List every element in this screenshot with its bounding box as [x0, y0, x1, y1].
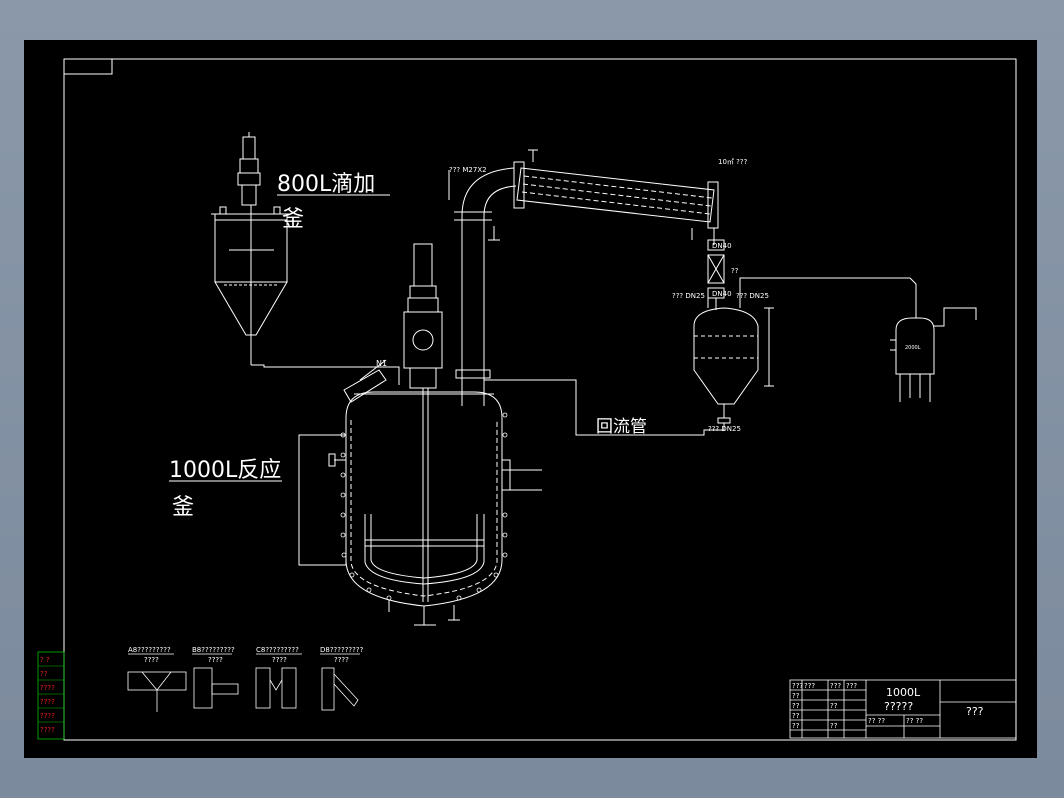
weld-detail-subtitle: ???? — [208, 656, 223, 664]
title-block-name: 1000L — [886, 686, 921, 699]
condensate-pipe — [707, 239, 725, 310]
dropping-kettle[interactable] — [211, 132, 291, 365]
title-block-cell: ?? — [792, 692, 800, 700]
title-block-right-cell: ??? — [966, 705, 984, 718]
dn25-left-label: ??? DN25 — [672, 292, 705, 300]
corner-tag — [63, 58, 113, 75]
weld-detail-title: C8????????? — [256, 646, 299, 654]
weld-detail-subtitle: ???? — [144, 656, 159, 664]
title-block-cell: ?? — [792, 702, 800, 710]
drawing-sheet: ? ? ?? ???? ???? ???? ???? 800L滴加 釜 N1 1… — [37, 58, 1017, 741]
side-strip-cell: ???? — [40, 698, 55, 706]
title-block-cell: ?? — [792, 722, 800, 730]
side-strip-cell: ?? — [40, 670, 48, 678]
title-block-name-2: ????? — [884, 700, 913, 713]
q-mark-label: ?? — [731, 267, 739, 275]
side-revision-strip: ? ? ?? ???? ???? ???? ???? — [37, 651, 65, 740]
reactor-label-suffix: 釜 — [172, 495, 194, 520]
receiver-tank[interactable] — [693, 298, 774, 424]
jacket-dimples — [340, 412, 508, 601]
title-block-cell: ?? ?? — [906, 717, 923, 725]
title-block-cell: ?? — [830, 702, 838, 710]
nozzle-n1-label: N1 — [376, 359, 387, 368]
title-block-cell: ??? — [804, 682, 815, 690]
weld-details — [127, 653, 360, 712]
storage-tank-small[interactable] — [890, 307, 977, 402]
small-tank-label: 2000L — [905, 345, 921, 351]
side-strip-cell: ???? — [40, 726, 55, 734]
reflux-pipe-label: 回流管 — [596, 417, 647, 437]
title-block-cell: ?? — [830, 722, 838, 730]
condenser-area-label: 10㎡ ??? — [718, 158, 748, 166]
weld-detail-subtitle: ???? — [334, 656, 349, 664]
side-strip-cell: ???? — [40, 684, 55, 692]
weld-detail-subtitle: ???? — [272, 656, 287, 664]
condenser[interactable] — [488, 149, 719, 245]
feed-pipe — [251, 364, 400, 385]
side-strip-cell: ???? — [40, 712, 55, 720]
dn40-top-label: DN40 — [712, 242, 732, 250]
reactor-vessel[interactable] — [298, 243, 542, 626]
title-block-cell: ??? — [846, 682, 857, 690]
pipe-size-label: ??? M27X2 — [449, 166, 487, 174]
title-block-cell: ?? — [792, 712, 800, 720]
side-strip-cell: ? ? — [40, 656, 50, 664]
weld-detail-title: B8????????? — [192, 646, 235, 654]
cad-drawing-canvas[interactable]: ? ? ?? ???? ???? ???? ???? 800L滴加 釜 N1 1… — [24, 40, 1037, 758]
vapor-riser-pipe — [448, 167, 517, 406]
title-block-cell: ??? — [830, 682, 841, 690]
dropping-kettle-label-suffix: 釜 — [282, 207, 304, 232]
title-block-cell: ?? ?? — [868, 717, 885, 725]
weld-detail-title: A8????????? — [128, 646, 171, 654]
dn25-right-label: ??? DN25 — [736, 292, 769, 300]
reactor-label: 1000L反应 — [169, 458, 281, 483]
dropping-kettle-label: 800L滴加 — [277, 172, 375, 197]
dn40-bottom-label: DN40 — [712, 290, 732, 298]
title-block-cell: ??? — [792, 682, 803, 690]
sheet-border — [63, 58, 1017, 741]
weld-detail-title: D8????????? — [320, 646, 364, 654]
